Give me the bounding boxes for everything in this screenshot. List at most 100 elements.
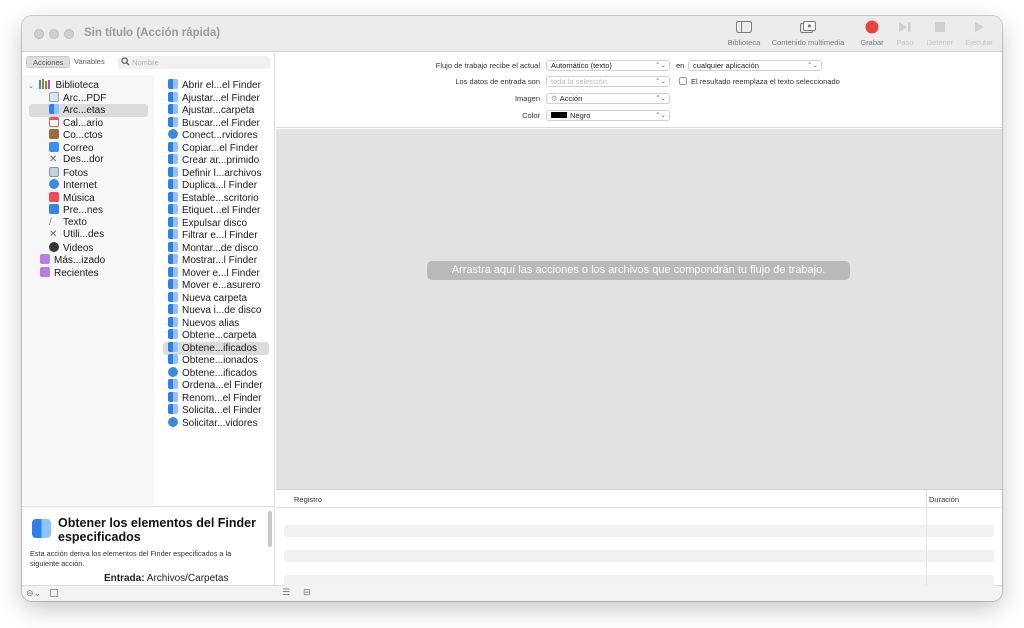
action-item[interactable]: Crear ar...primido xyxy=(168,154,259,167)
tab-acciones[interactable]: Acciones xyxy=(26,56,71,68)
en-label: en xyxy=(676,61,685,70)
calendar-icon xyxy=(49,117,59,127)
action-item[interactable]: Nueva i...de disco xyxy=(168,304,262,317)
finder-icon xyxy=(168,217,178,227)
record-icon xyxy=(865,20,879,34)
split-view-icon[interactable]: ⊟ xyxy=(303,587,311,598)
action-item[interactable]: Ajustar...carpeta xyxy=(168,104,254,117)
action-item[interactable]: Nueva carpeta xyxy=(168,292,247,305)
minimize-window-button[interactable] xyxy=(49,29,59,39)
action-item[interactable]: Ordena...el Finder xyxy=(168,379,263,392)
updown-chevron-icon: ⌃⌄ xyxy=(655,95,666,102)
action-item[interactable]: Buscar...el Finder xyxy=(168,117,260,130)
zoom-window-button[interactable] xyxy=(64,29,74,39)
finder-icon xyxy=(168,292,178,302)
library-item-fotos[interactable]: Fotos xyxy=(49,167,88,180)
action-item[interactable]: Obtene...carpeta xyxy=(168,329,257,342)
action-item[interactable]: Establе...scritorio xyxy=(168,192,259,205)
replace-text-checkbox[interactable] xyxy=(679,77,687,85)
color-popup[interactable]: Negro ⌃⌄ xyxy=(546,110,670,121)
library-item-musica[interactable]: Música xyxy=(49,192,95,205)
action-item[interactable]: Solicitar...vidores xyxy=(168,417,258,430)
record-button[interactable]: Grabar xyxy=(856,20,888,47)
description-scrollbar[interactable] xyxy=(268,511,272,547)
action-item[interactable]: Mostrar...l Finder xyxy=(168,254,257,267)
action-item[interactable]: Copiar...el Finder xyxy=(168,142,258,155)
library-item-archivos-carpetas[interactable]: Arc...etas xyxy=(29,104,148,117)
search-input[interactable]: Nombre xyxy=(118,56,270,69)
library-item-contactos[interactable]: Co...ctos xyxy=(49,129,102,142)
library-item-videos[interactable]: Videos xyxy=(49,242,93,255)
step-icon xyxy=(899,22,911,32)
input-data-popup[interactable]: toda la selección ⌃⌄ xyxy=(546,76,670,87)
options-menu-icon[interactable]: ⊖⌄ xyxy=(26,588,41,599)
library-item-calendario[interactable]: Cal...ario xyxy=(49,117,103,130)
step-button[interactable]: Paso xyxy=(890,20,920,47)
library-label: Correo xyxy=(63,143,94,154)
input-type-popup[interactable]: Automático (texto) ⌃⌄ xyxy=(546,60,670,71)
finder-icon xyxy=(168,142,178,152)
actions-list: Abrir el...el Finder Ajustar...el Finder… xyxy=(156,75,274,505)
application-popup[interactable]: cualquier aplicación ⌃⌄ xyxy=(688,60,822,71)
title-bar: Sin título (Acción rápida) Biblioteca Co… xyxy=(22,16,1002,52)
library-item-texto[interactable]: / Texto xyxy=(49,217,87,230)
input-label: Entrada: xyxy=(104,573,145,584)
log-column-registro[interactable]: Registro xyxy=(294,495,322,504)
updown-chevron-icon: ⌃⌄ xyxy=(807,62,818,69)
action-item[interactable]: Solicita...el Finder xyxy=(168,404,261,417)
finder-icon xyxy=(168,254,178,264)
log-column-duracion[interactable]: Duración xyxy=(929,495,959,504)
library-item-utilidades[interactable]: ✕ Utili...des xyxy=(49,229,104,242)
library-pane: Acciones Variables Nombre ⌄ Biblioteca A… xyxy=(22,53,275,505)
finder-icon xyxy=(168,204,178,214)
library-item-biblioteca[interactable]: ⌄ Biblioteca xyxy=(28,79,99,92)
presentation-icon xyxy=(49,204,59,214)
action-item[interactable]: Mover e...asurero xyxy=(168,279,260,292)
stop-label: Detener xyxy=(926,38,954,47)
search-icon xyxy=(121,57,130,66)
action-label: Crear ar...primido xyxy=(182,155,260,166)
library-label: Des...dor xyxy=(63,154,104,165)
library-item-internet[interactable]: Internet xyxy=(49,179,97,192)
action-item[interactable]: Etiquet...el Finder xyxy=(168,204,260,217)
library-item-correo[interactable]: Correo xyxy=(49,142,94,155)
action-item[interactable]: Nuevos alias xyxy=(168,317,239,330)
description-toggle-icon[interactable] xyxy=(50,589,58,597)
action-item[interactable]: Obtene...ificados xyxy=(168,367,257,380)
workflow-drop-area[interactable]: Arrastra aquí las acciones o los archivo… xyxy=(276,129,1002,489)
color-swatch xyxy=(551,112,567,118)
stop-icon xyxy=(935,22,945,32)
action-item[interactable]: Duplica...l Finder xyxy=(168,179,257,192)
library-item-desarrollador[interactable]: ✕ Des...dor xyxy=(49,154,104,167)
library-item-mas-utilizado[interactable]: Más...izado xyxy=(40,254,105,267)
finder-icon xyxy=(168,79,178,89)
replace-text-label: El resultado reemplaza el texto seleccio… xyxy=(691,77,840,86)
tab-variables[interactable]: Variables xyxy=(68,56,111,68)
action-item[interactable]: Obtene...ionados xyxy=(168,354,258,367)
bottom-bar: ⊖⌄ ☰ ⊟ xyxy=(22,585,1002,601)
stop-button[interactable]: Detener xyxy=(922,20,958,47)
action-item-selected[interactable]: Obtene...ificados xyxy=(163,342,269,355)
action-item[interactable]: Renom...el Finder xyxy=(168,392,261,405)
media-toolbar-button[interactable]: Contenido multimedia xyxy=(766,20,850,47)
log-row xyxy=(284,575,994,587)
application-value: cualquier aplicación xyxy=(693,61,759,70)
library-toolbar-button[interactable]: Biblioteca xyxy=(722,20,766,47)
image-value: Acción xyxy=(559,94,583,103)
datos-label: Los datos de entrada son xyxy=(455,77,540,86)
list-view-icon[interactable]: ☰ xyxy=(282,587,290,598)
action-item[interactable]: Ajustar...el Finder xyxy=(168,92,260,105)
library-item-pdf[interactable]: Arc...PDF xyxy=(49,92,106,105)
image-popup[interactable]: ⚙ Acción ⌃⌄ xyxy=(546,93,670,104)
library-item-recientes[interactable]: Recientes xyxy=(40,267,98,280)
action-item[interactable]: Montar...de disco xyxy=(168,242,258,255)
action-item[interactable]: Conect...rvidores xyxy=(168,129,258,142)
action-item[interactable]: Expulsar disco xyxy=(168,217,247,230)
run-button[interactable]: Ejecutar xyxy=(960,20,998,47)
action-item[interactable]: Mover e...l Finder xyxy=(168,267,260,280)
close-window-button[interactable] xyxy=(34,29,44,39)
library-item-presentaciones[interactable]: Pre...nes xyxy=(49,204,103,217)
action-item[interactable]: Filtrar e...l Finder xyxy=(168,229,258,242)
action-item[interactable]: Definir l...archivos xyxy=(168,167,261,180)
action-item[interactable]: Abrir el...el Finder xyxy=(168,79,261,92)
